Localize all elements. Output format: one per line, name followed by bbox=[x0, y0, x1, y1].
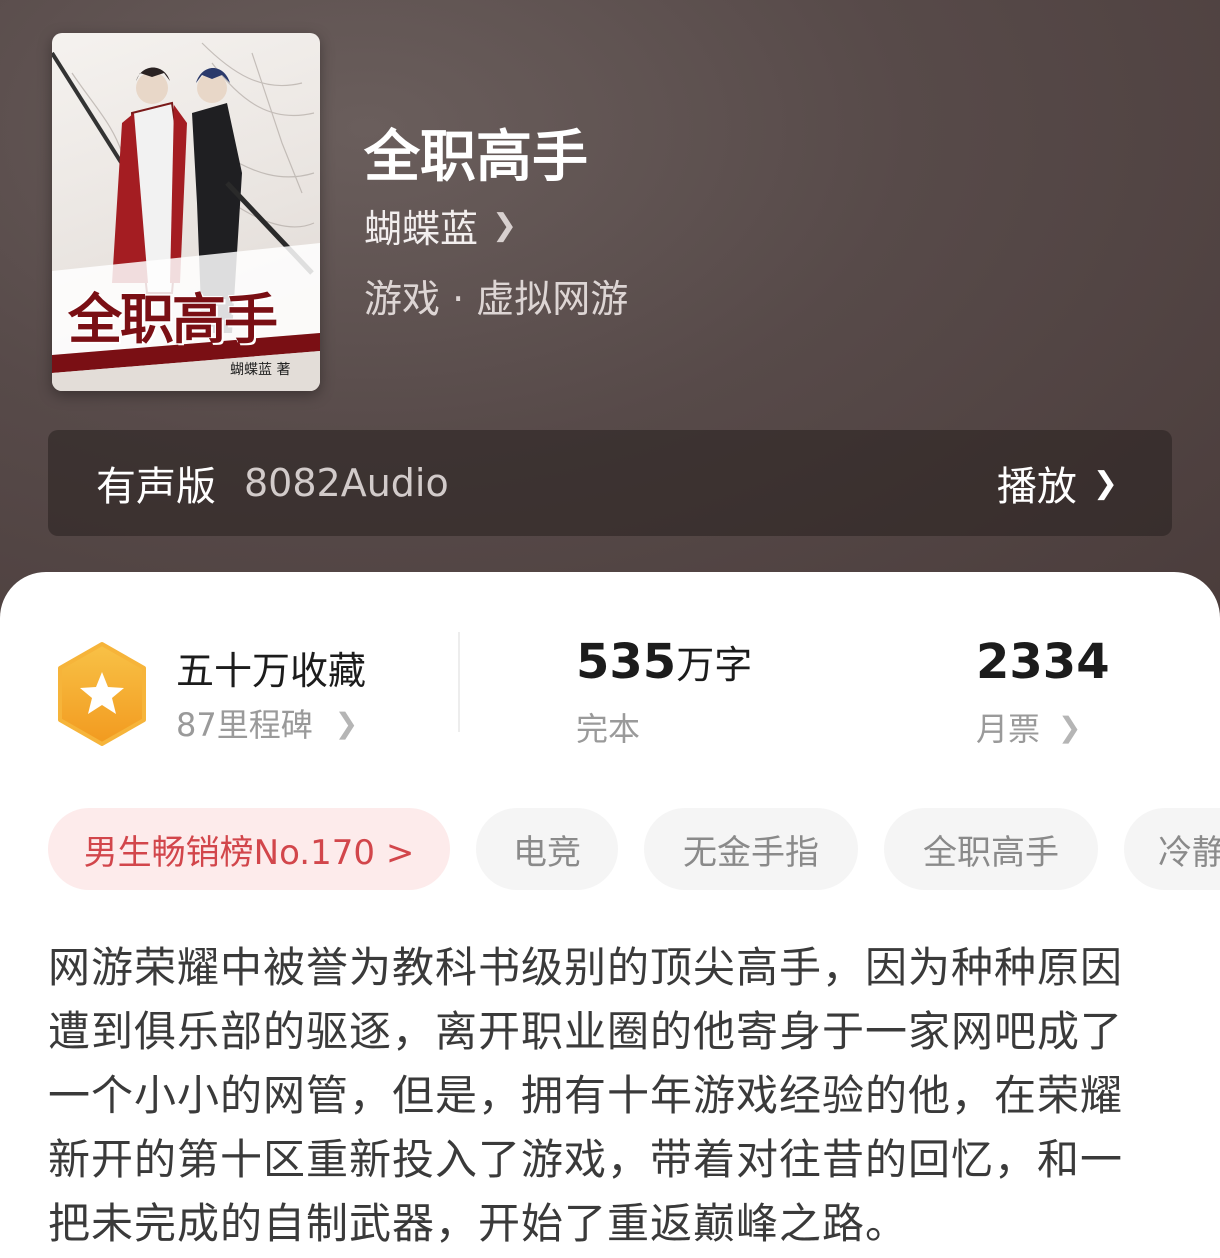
book-title: 全职高手 bbox=[364, 124, 588, 190]
tag-esports[interactable]: 电竞 bbox=[476, 808, 618, 890]
genre-label: 游戏 · 虚拟网游 bbox=[364, 277, 629, 321]
chevron-right-icon: ❯ bbox=[1092, 465, 1118, 501]
author-link[interactable]: 蝴蝶蓝 ❯ bbox=[364, 198, 517, 253]
audio-version-bar[interactable]: 有声版 8082Audio 播放 ❯ bbox=[48, 430, 1172, 536]
chevron-right-icon: ❯ bbox=[1058, 710, 1082, 744]
cover-author-text: 蝴蝶蓝 著 bbox=[230, 362, 291, 378]
monthly-ticket-label: 月票 bbox=[976, 710, 1041, 748]
audio-version-label: 有声版 bbox=[96, 464, 216, 510]
author-name: 蝴蝶蓝 bbox=[364, 207, 479, 251]
monthly-ticket-link[interactable]: 月票 ❯ bbox=[976, 704, 1081, 750]
play-button[interactable]: 播放 ❯ bbox=[997, 430, 1118, 536]
completion-status: 完本 bbox=[576, 710, 641, 748]
tag-rank[interactable]: 男生畅销榜No.170 > bbox=[48, 808, 450, 890]
tag-full-time-master[interactable]: 全职高手 bbox=[884, 808, 1098, 890]
stats-divider bbox=[458, 632, 460, 732]
word-count: 535万字 bbox=[576, 634, 752, 690]
star-hexagon-icon bbox=[58, 642, 146, 746]
chevron-right-icon: ❯ bbox=[492, 208, 518, 243]
book-cover[interactable]: 全职高手 蝴蝶蓝 著 bbox=[52, 33, 320, 391]
cover-title-text: 全职高手 bbox=[68, 287, 278, 351]
collections-count: 五十万收藏 bbox=[176, 649, 367, 693]
monthly-ticket-count: 2334 bbox=[976, 634, 1110, 690]
chevron-right-icon: ❯ bbox=[334, 706, 359, 740]
milestones-link[interactable]: 87里程碑 ❯ bbox=[176, 700, 358, 746]
tag-no-cheat[interactable]: 无金手指 bbox=[644, 808, 858, 890]
book-description: 网游荣耀中被誉为教科书级别的顶尖高手，因为种种原因遭到俱乐部的驱逐，离开职业圈的… bbox=[48, 943, 1124, 1248]
audio-source-label: 8082Audio bbox=[244, 461, 449, 505]
word-count-number: 535 bbox=[576, 634, 677, 690]
play-label: 播放 bbox=[996, 464, 1077, 510]
tag-calm[interactable]: 冷静 bbox=[1124, 808, 1220, 890]
milestones-label: 87里程碑 bbox=[176, 706, 313, 744]
word-count-unit: 万字 bbox=[676, 643, 753, 687]
